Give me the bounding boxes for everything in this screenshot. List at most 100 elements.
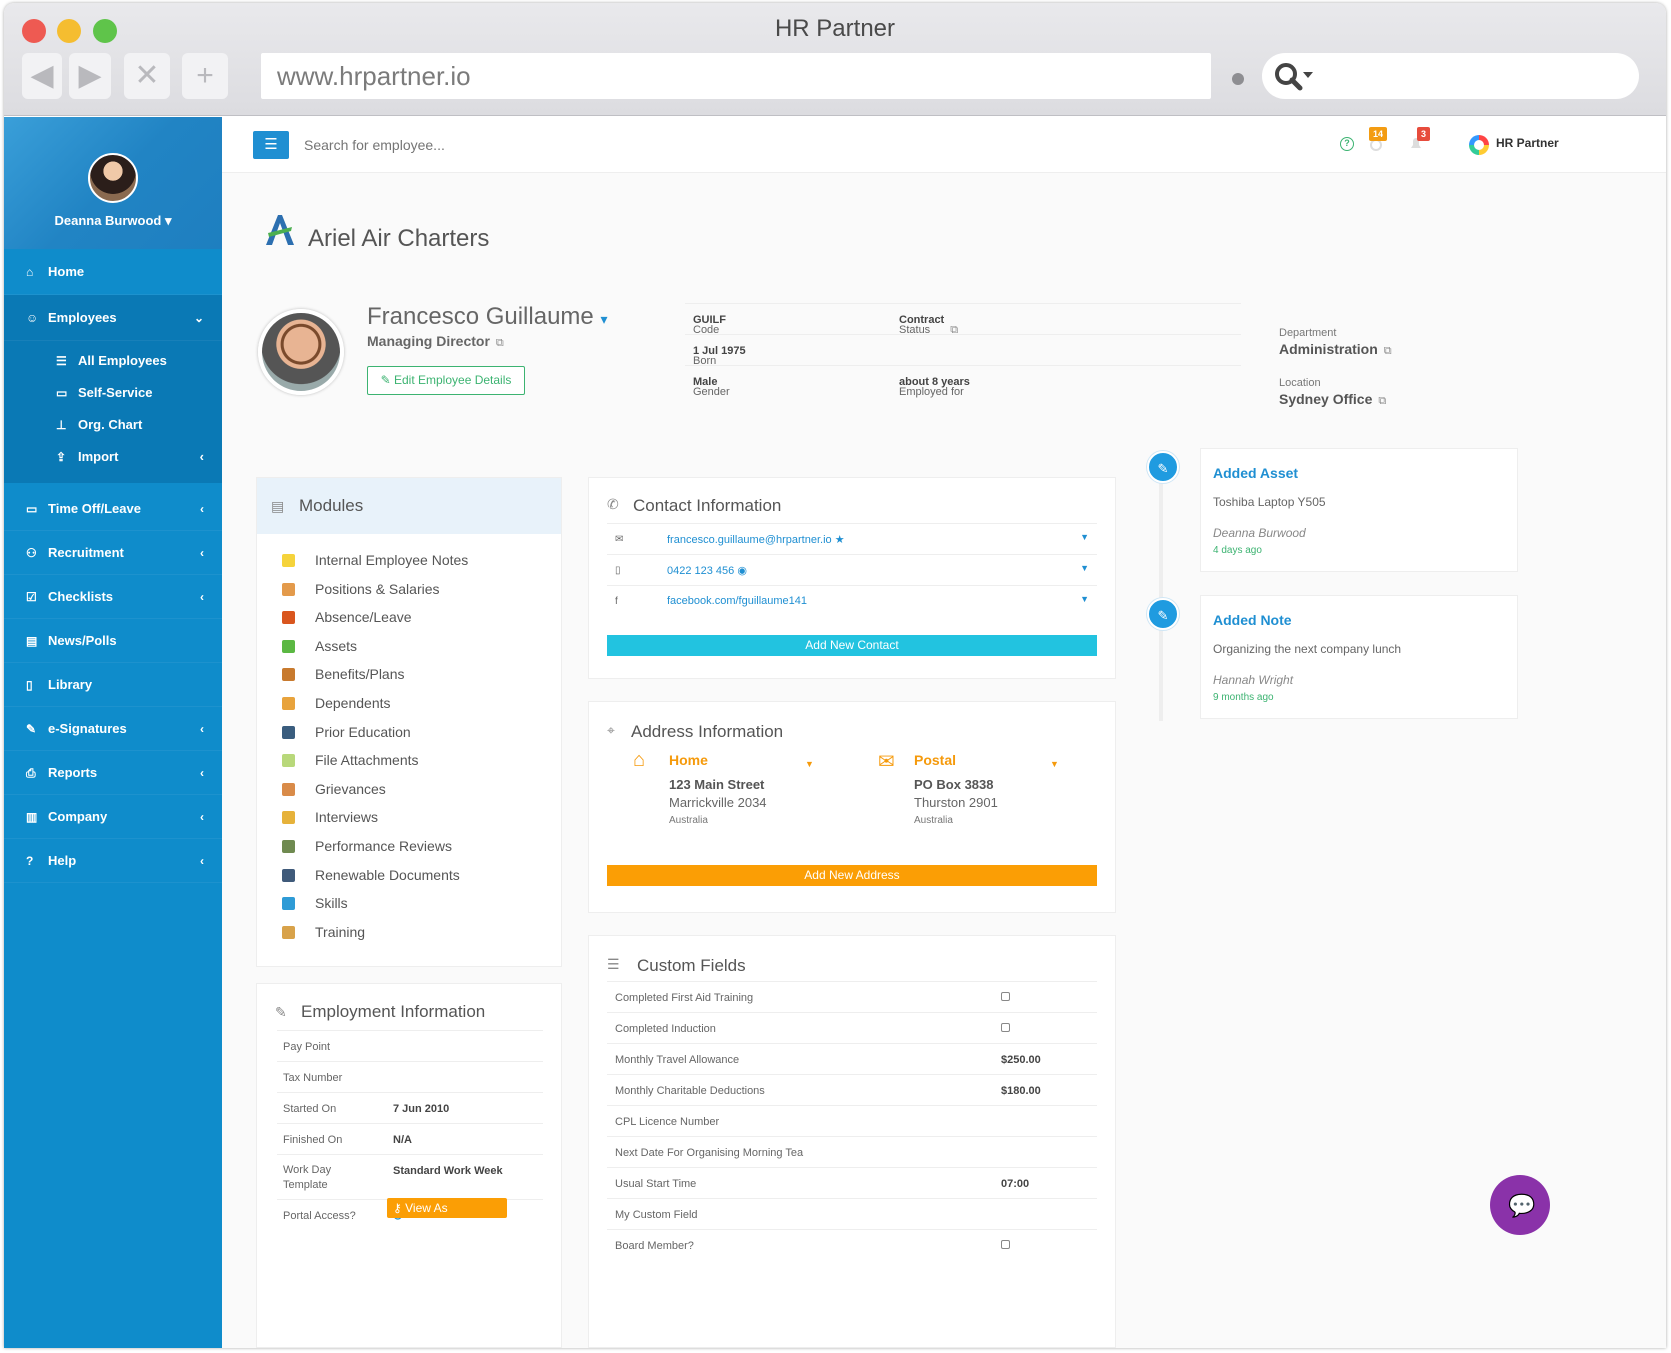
sidebar-item-all-employees[interactable]: ☰ All Employees — [4, 345, 222, 377]
row-key: My Custom Field — [615, 1209, 698, 1221]
caret-down-icon[interactable]: ▼ — [1050, 759, 1059, 769]
module-renewable-documents[interactable]: Renewable Documents — [257, 861, 561, 890]
table-row: Next Date For Organising Morning Tea — [607, 1136, 1097, 1167]
menu-toggle-button[interactable]: ☰ — [253, 131, 289, 159]
module-interviews[interactable]: Interviews — [257, 803, 561, 832]
employee-title-text: Managing Director — [367, 333, 490, 349]
caret-down-icon[interactable]: ▼ — [805, 759, 814, 769]
caret-down-icon[interactable]: ▼ — [1080, 594, 1089, 604]
module-label: Assets — [315, 637, 358, 654]
sidebar-item-self-service[interactable]: ▭ Self-Service — [4, 377, 222, 409]
employed-fact: Employed for about 8 years — [899, 376, 970, 398]
chat-button[interactable]: 💬 — [1490, 1175, 1550, 1235]
sidebar-item-org-chart[interactable]: ⊥ Org. Chart — [4, 409, 222, 441]
timeline-title[interactable]: Added Note — [1213, 612, 1292, 628]
brand-name[interactable]: HR Partner — [1496, 136, 1559, 150]
caret-down-icon[interactable]: ▼ — [1080, 563, 1089, 573]
chevron-left-icon: ‹ — [200, 722, 204, 736]
envelope-icon: ✉ — [615, 534, 624, 545]
module-assets[interactable]: Assets — [257, 632, 561, 661]
module-grievances[interactable]: Grievances — [257, 775, 561, 804]
sidebar-item-news-polls[interactable]: ▤ News/Polls — [4, 619, 222, 663]
module-benefits-plans[interactable]: Benefits/Plans — [257, 660, 561, 689]
department-label: Department — [1279, 327, 1337, 339]
location-value[interactable]: Sydney Office ⧉ — [1279, 391, 1386, 408]
module-label: Benefits/Plans — [315, 666, 405, 683]
module-training[interactable]: Training — [257, 918, 561, 947]
location-label: Location — [1279, 377, 1321, 389]
module-dependents[interactable]: Dependents — [257, 689, 561, 718]
sidebar-item-help[interactable]: ? Help ‹ — [4, 839, 222, 883]
chevron-left-icon: ‹ — [199, 449, 204, 464]
user-menu[interactable]: Deanna Burwood ▾ — [4, 213, 222, 229]
sidebar-item-employees[interactable]: ☺ Employees ⌄ — [4, 295, 222, 341]
sidebar-item-import[interactable]: ⇪ Import ‹ — [4, 441, 222, 473]
postal-address: ✉ Postal ▼ PO Box 3838 Thurston 2901 Aus… — [878, 749, 1078, 826]
document-icon — [282, 868, 295, 882]
row-key: Board Member? — [615, 1240, 694, 1252]
module-file-attachments[interactable]: File Attachments — [257, 746, 561, 775]
email-link[interactable]: francesco.guillaume@hrpartner.io ★ — [667, 533, 845, 546]
row-value: $250.00 — [1001, 1054, 1041, 1066]
module-performance-reviews[interactable]: Performance Reviews — [257, 832, 561, 861]
fact-label: Employed for — [899, 386, 964, 398]
timeline-item: Added Asset Toshiba Laptop Y505 Deanna B… — [1200, 448, 1518, 572]
address-line1: PO Box 3838 — [914, 777, 994, 792]
address-info-card: ⌖ Address Information ⌂ Home ▼ 123 Main … — [588, 701, 1116, 913]
help-icon: ? — [26, 854, 34, 868]
employee-title[interactable]: Managing Director ⧉ — [367, 333, 504, 350]
sidebar-item-checklists[interactable]: ☑ Checklists ‹ — [4, 575, 222, 619]
back-button[interactable]: ◀ — [22, 53, 62, 99]
browser-search-field[interactable] — [1262, 53, 1639, 99]
table-row: Started On 7 Jun 2010 — [277, 1092, 543, 1123]
sidebar-item-label: Company — [48, 809, 108, 824]
view-as-employee-button[interactable]: ⚷ View As Employee — [387, 1198, 507, 1235]
sidebar-item-company[interactable]: ▥ Company ‹ — [4, 795, 222, 839]
checkbox — [1001, 1023, 1010, 1032]
timeline-title[interactable]: Added Asset — [1213, 465, 1298, 481]
employee-photo[interactable] — [258, 309, 344, 395]
module-label: Internal Employee Notes — [315, 552, 469, 568]
sidebar-item-label: News/Polls — [48, 633, 117, 648]
sidebar-item-time-off[interactable]: ▭ Time Off/Leave ‹ — [4, 487, 222, 531]
employee-search-input[interactable] — [304, 131, 704, 159]
sidebar-item-home[interactable]: ⌂ Home — [4, 249, 222, 295]
employee-name-menu[interactable]: Francesco Guillaume ▾ — [367, 303, 607, 331]
status-fact[interactable]: Status Contract ⧉ — [899, 314, 958, 336]
caret-down-icon[interactable]: ▼ — [1080, 532, 1089, 542]
stop-button[interactable]: ✕ — [124, 53, 170, 99]
department-value[interactable]: Administration ⧉ — [1279, 341, 1392, 358]
chevron-left-icon: ‹ — [200, 590, 204, 604]
sidebar-item-recruitment[interactable]: ⚇ Recruitment ‹ — [4, 531, 222, 575]
module-internal-employee-notes[interactable]: Internal Employee Notes — [257, 546, 561, 575]
url-bar[interactable]: www.hrpartner.io — [261, 53, 1211, 99]
notes-icon — [282, 554, 295, 567]
contact-info-card: ✆ Contact Information ✉ francesco.guillau… — [588, 477, 1116, 679]
module-prior-education[interactable]: Prior Education — [257, 718, 561, 747]
phone-link[interactable]: 0422 123 456 ◉ — [667, 564, 747, 577]
new-tab-button[interactable]: + — [182, 53, 228, 99]
module-positions-salaries[interactable]: Positions & Salaries — [257, 575, 561, 604]
mobile-icon: ▯ — [615, 565, 621, 576]
avatar[interactable] — [88, 153, 138, 203]
row-value: Standard Work Week — [393, 1165, 503, 1177]
add-new-contact-button[interactable]: Add New Contact — [607, 635, 1097, 656]
contact-row-facebook: f facebook.com/fguillaume141 ▼ — [607, 585, 1097, 616]
module-skills[interactable]: Skills — [257, 889, 561, 918]
person-icon — [282, 582, 295, 596]
company-name: Ariel Air Charters — [308, 225, 490, 252]
chevron-left-icon: ‹ — [200, 854, 204, 868]
help-icon[interactable]: ? — [1340, 137, 1354, 151]
row-value: 07:00 — [1001, 1178, 1030, 1190]
forward-button[interactable]: ▶ — [69, 53, 111, 99]
envelope-icon: ✉ — [878, 751, 895, 773]
sidebar-item-e-signatures[interactable]: ✎ e-Signatures ‹ — [4, 707, 222, 751]
add-new-address-button[interactable]: Add New Address — [607, 865, 1097, 886]
module-absence-leave[interactable]: Absence/Leave — [257, 603, 561, 632]
facebook-link[interactable]: facebook.com/fguillaume141 — [667, 595, 807, 607]
edit-employee-button[interactable]: ✎ Edit Employee Details — [367, 366, 525, 395]
sidebar-item-library[interactable]: ▯ Library — [4, 663, 222, 707]
user-name: Deanna Burwood — [54, 213, 162, 228]
employee-name: Francesco Guillaume — [367, 303, 594, 330]
sidebar-item-reports[interactable]: ⎙ Reports ‹ — [4, 751, 222, 795]
